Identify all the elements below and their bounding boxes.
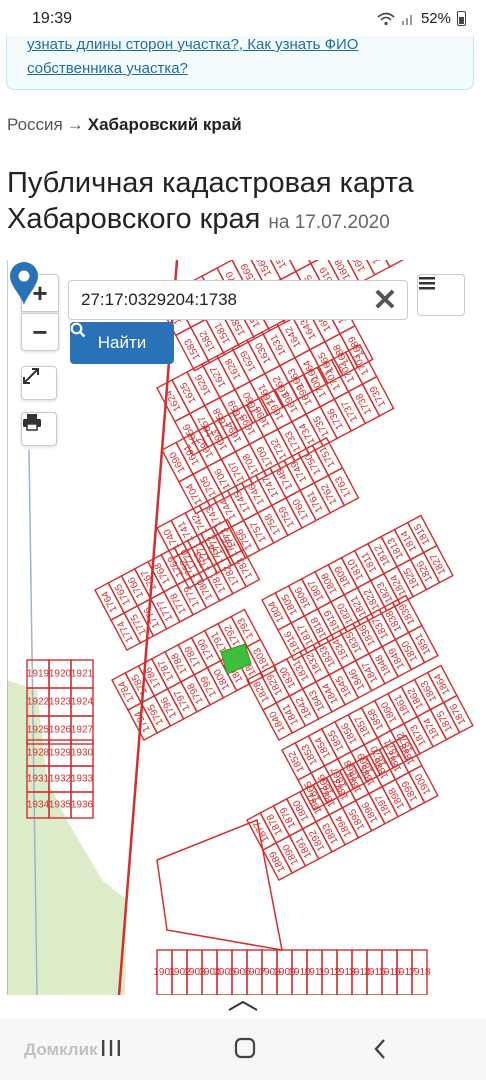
hamburger-menu-icon — [419, 277, 435, 290]
clear-search-icon[interactable]: ✕ — [370, 284, 400, 317]
parcel-label: 1627 — [208, 364, 228, 389]
status-icons: 52% — [377, 10, 466, 27]
parcel-label: 1932 — [49, 774, 72, 785]
parcel-label: 1625 — [178, 380, 198, 405]
back-icon[interactable] — [372, 1038, 388, 1060]
parcel-label: 1628 — [223, 356, 243, 381]
parcel-label: 1935 — [49, 800, 72, 811]
breadcrumb-country[interactable]: Россия — [7, 115, 63, 134]
breadcrumb-separator: → — [66, 115, 84, 134]
parcel-label: 1630 — [253, 340, 273, 365]
breadcrumb: Россия → Хабаровский край — [7, 115, 242, 135]
signal-icon — [401, 14, 412, 25]
parcel-block: 1877187818791880188118821883188418851886… — [246, 734, 439, 881]
parcel-label: 1931 — [27, 774, 50, 785]
parcel-label: 1921 — [71, 669, 94, 680]
printer-icon — [23, 414, 41, 431]
find-button-label: Найти — [97, 333, 147, 352]
parcel-label: 1629 — [238, 348, 258, 373]
recent-apps-icon[interactable] — [100, 1038, 122, 1058]
parcel-label: 1626 — [193, 372, 213, 397]
related-question-link[interactable]: узнать длины сторон участка?, Как узнать… — [27, 36, 358, 53]
parcel-label: 1582 — [198, 328, 218, 353]
parcel-label: 1933 — [71, 774, 94, 785]
parcel-label: 1739 — [368, 383, 388, 408]
status-bar: 19:39 52% — [0, 0, 486, 36]
map-canvas[interactable]: 1574157315721571157015691568156715661588… — [7, 260, 486, 995]
parcel-block: 1919 1920 1921 1922 1923 1924 1925 1926 1927 — [26, 659, 94, 745]
parcel-block: 1901190219031904190519061907190819091910… — [153, 949, 431, 995]
status-time: 19:39 — [32, 10, 73, 27]
battery-percent: 52% — [420, 10, 451, 27]
map-menu-button[interactable] — [417, 274, 465, 316]
search-icon — [70, 322, 86, 338]
parcel-block: 1928 1929 1930 1931 1932 1933 1934 1935 1936 — [26, 739, 94, 819]
cadastral-map[interactable]: 1574157315721571157015691568156715661588… — [7, 260, 486, 995]
parcel-label: 1934 — [27, 800, 50, 811]
print-button[interactable] — [21, 412, 57, 446]
parcel-label: 1763 — [333, 474, 353, 499]
page-title: Публичная кадастровая карта Хабаровского… — [7, 165, 483, 241]
parcel-label: 1920 — [49, 669, 72, 680]
page-title-date: на 17.07.2020 — [268, 212, 390, 233]
parcel-label: 1924 — [71, 697, 94, 708]
parcel-label: 1930 — [71, 748, 94, 759]
breadcrumb-region: Хабаровский край — [87, 115, 242, 134]
parcel-label: 1925 — [27, 725, 50, 736]
home-icon[interactable] — [234, 1037, 256, 1059]
battery-icon — [457, 11, 466, 26]
parcel-label: 1929 — [49, 748, 72, 759]
expand-icon — [23, 368, 39, 384]
related-question-link-continued[interactable]: собственника участка? — [27, 60, 188, 77]
zoom-out-button[interactable]: − — [21, 313, 59, 351]
cadastral-number-search-input[interactable] — [68, 280, 408, 320]
parcel-label: 1936 — [71, 800, 94, 811]
wifi-icon — [377, 12, 395, 25]
parcel-label: 1583 — [183, 336, 203, 361]
parcel-label: 1923 — [49, 697, 72, 708]
parcel-label: 1922 — [27, 697, 50, 708]
fullscreen-button[interactable] — [21, 366, 57, 400]
find-button[interactable]: Найти — [70, 322, 174, 364]
parcel-label: 1581 — [213, 320, 233, 345]
parcel-label: 1631 — [268, 332, 288, 357]
expand-handle-icon[interactable] — [226, 999, 260, 1013]
parcel-label: 1642 — [283, 324, 303, 349]
location-pin-icon — [10, 262, 38, 305]
parcel-label: 1919 — [27, 669, 50, 680]
watermark: Домклик — [24, 1040, 98, 1059]
parcel-label: 1927 — [71, 725, 94, 736]
parcel-label: 1928 — [27, 748, 50, 759]
parcel-label: 1926 — [49, 725, 72, 736]
parcel-label: 1918 — [408, 967, 431, 978]
